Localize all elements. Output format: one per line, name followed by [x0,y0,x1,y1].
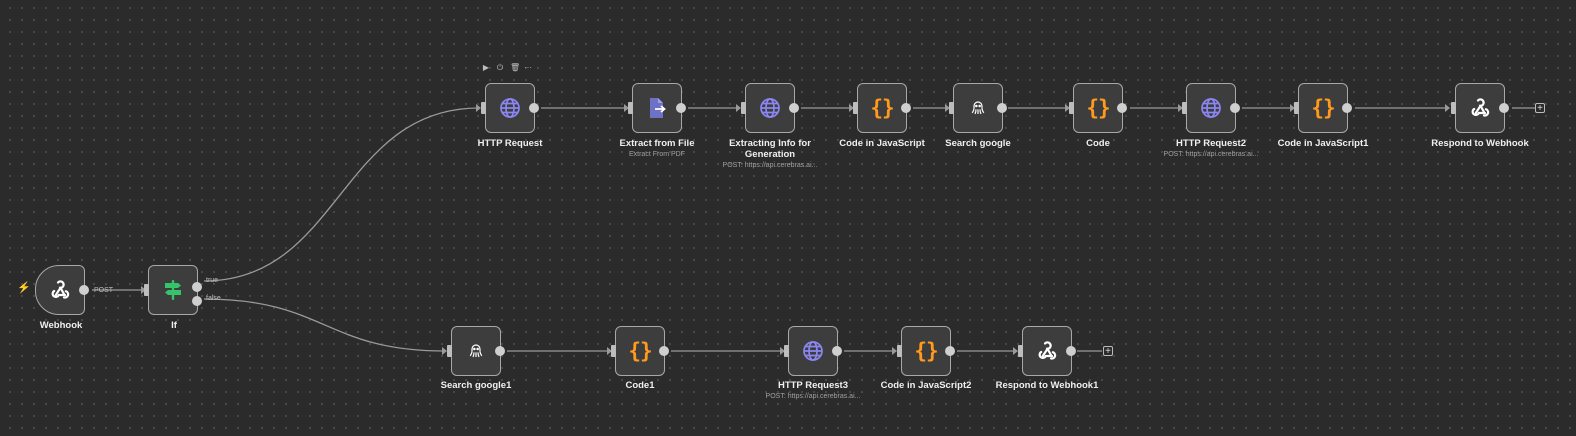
output-port[interactable] [1499,103,1509,113]
node-search-google[interactable] [949,83,1007,133]
delete-node-button[interactable]: 🗑 [510,64,520,72]
node-code[interactable]: {} [1069,83,1127,133]
node-label: HTTP Request [477,138,543,149]
node-http-request[interactable] [481,83,539,133]
node-code-in-javascript[interactable]: {} [853,83,911,133]
globe-icon [1187,84,1235,132]
node-label: Respond to Webhook [1431,138,1529,149]
webhook-icon [36,266,84,314]
webhook-icon [1456,84,1504,132]
globe-icon [486,84,534,132]
node-subtitle: POST: https://api.cerebras.ai... [1163,151,1259,158]
node-label: Code1 [625,380,655,391]
edge-label-post: POST [94,287,114,294]
node-label: Code in JavaScript1 [1277,138,1369,149]
output-port[interactable] [832,346,842,356]
octopus-icon [954,84,1002,132]
output-port[interactable] [789,103,799,113]
code-braces-icon: {} [914,339,938,363]
execute-node-button[interactable]: ▶ [482,64,490,72]
edge-arrow-head [1445,104,1450,112]
node-http-request2[interactable] [1182,83,1240,133]
node-extract-from-file[interactable] [628,83,686,133]
node-webhook[interactable] [35,265,89,315]
node-subtitle: POST: https://api.cerebras.ai... [765,393,861,400]
output-port[interactable] [659,346,669,356]
node-code1[interactable]: {} [611,326,669,376]
edge-label-false: false [206,295,221,302]
node-respond-to-webhook[interactable] [1451,83,1509,133]
node-subtitle: POST: https://api.cerebras.ai... [722,162,818,169]
globe-icon [746,84,794,132]
deactivate-node-button[interactable]: ⏻ [496,64,504,72]
output-port[interactable] [945,346,955,356]
webhook-icon [1023,327,1071,375]
output-port[interactable] [1230,103,1240,113]
output-port[interactable] [676,103,686,113]
node-extracting-info[interactable] [741,83,799,133]
output-port[interactable] [79,285,89,295]
node-label: If [171,320,177,331]
output-port[interactable] [1117,103,1127,113]
node-label: Respond to Webhook1 [995,380,1099,391]
output-port[interactable] [997,103,1007,113]
more-options-button[interactable]: ··· [524,64,532,72]
output-port-false[interactable] [192,296,202,306]
node-http-request3[interactable] [784,326,842,376]
code-braces-icon: {} [1311,96,1335,120]
globe-icon [789,327,837,375]
node-search-google1[interactable] [447,326,505,376]
node-toolbar: ▶ ⏻ 🗑 ··· [482,64,532,72]
output-port[interactable] [1066,346,1076,356]
edge-if-true-http-request [203,107,480,282]
workflow-canvas[interactable]: ⚡ Webhook POST If true false ▶ ⏻ 🗑 ··· H… [0,0,1576,436]
node-code-in-javascript2[interactable]: {} [897,326,955,376]
code-braces-icon: {} [628,339,652,363]
node-label: Search google1 [440,380,512,391]
edge-label-true: true [206,277,219,284]
output-port[interactable] [901,103,911,113]
file-extract-icon [633,84,681,132]
trigger-bolt-icon: ⚡ [17,282,31,294]
add-node-button[interactable]: + [1103,346,1113,357]
output-port[interactable] [1342,103,1352,113]
if-sign-icon [149,266,197,314]
code-braces-icon: {} [1086,96,1110,120]
node-respond-to-webhook1[interactable] [1018,326,1076,376]
add-node-button[interactable]: + [1535,103,1545,114]
output-port[interactable] [529,103,539,113]
code-braces-icon: {} [870,96,894,120]
output-port[interactable] [495,346,505,356]
output-port-true[interactable] [192,282,202,292]
octopus-icon [452,327,500,375]
node-if[interactable] [144,265,202,315]
node-code-in-javascript1[interactable]: {} [1294,83,1352,133]
